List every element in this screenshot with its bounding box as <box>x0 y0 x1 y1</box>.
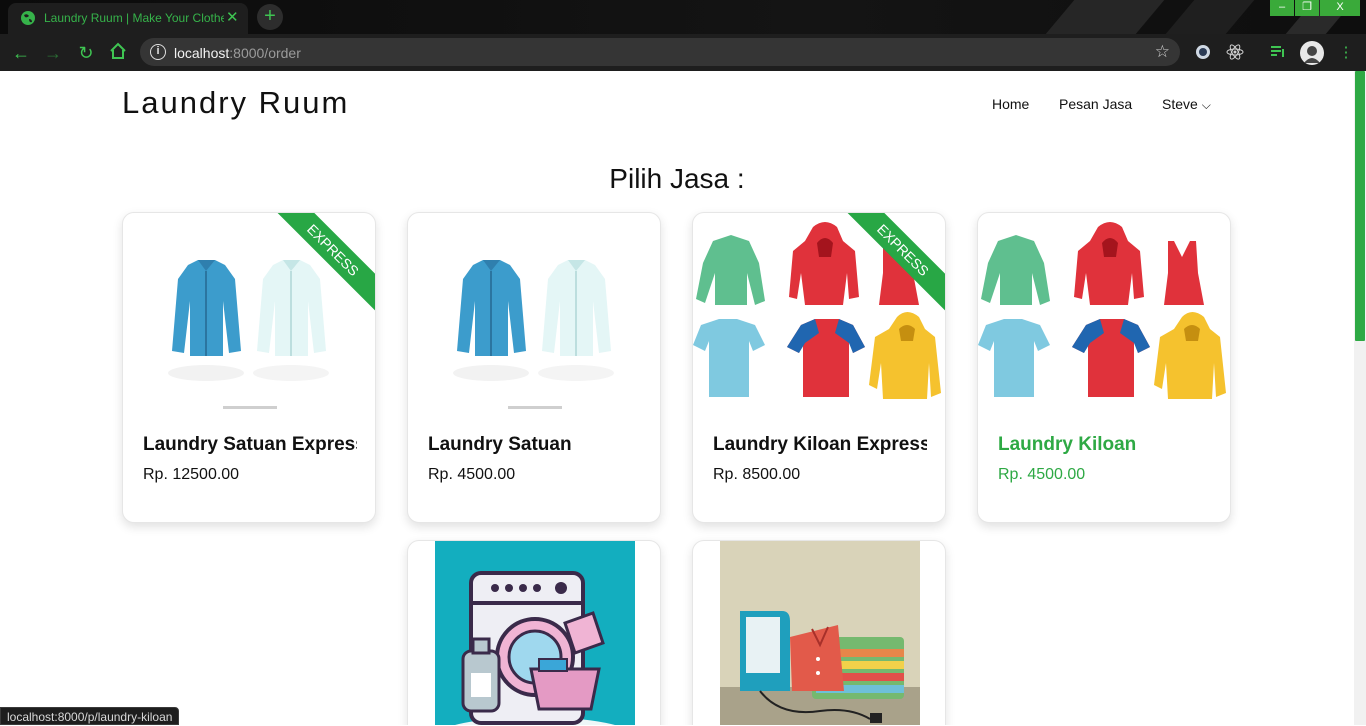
reload-icon[interactable]: ↻ <box>75 42 97 64</box>
service-name[interactable]: Laundry Satuan Express <box>143 434 357 456</box>
status-bar-url: localhost:8000/p/laundry-kiloan <box>0 707 180 725</box>
playlist-icon[interactable] <box>1268 43 1288 63</box>
user-name: Steve <box>1162 96 1198 112</box>
menu-dots-icon[interactable]: ⋮ <box>1336 43 1356 63</box>
service-name[interactable]: Laundry Satuan <box>428 434 642 456</box>
service-price: Rp. 8500.00 <box>713 466 801 483</box>
service-card-laundry-kiloan-express[interactable]: EXPRESS Laundry Kiloan Express Rp. 8500.… <box>692 212 946 523</box>
restore-button[interactable]: ❐ <box>1295 0 1319 16</box>
shirts-image <box>408 213 660 418</box>
nav-home[interactable]: Home <box>992 96 1029 112</box>
new-tab-button[interactable]: + <box>257 4 283 30</box>
back-arrow-icon[interactable]: ← <box>10 42 32 64</box>
service-price: Rp. 4500.00 <box>428 466 516 483</box>
address-bar[interactable]: i localhost:8000/order ☆ <box>140 38 1180 66</box>
washing-machine-image <box>435 541 635 725</box>
window-close-button[interactable]: X <box>1320 0 1360 16</box>
clothes-image <box>978 213 1230 418</box>
forward-arrow-icon[interactable]: → <box>42 42 64 64</box>
bookmark-star-icon[interactable]: ☆ <box>1155 42 1170 62</box>
service-card-ironing[interactable] <box>692 540 946 725</box>
tab-title: Laundry Ruum | Make Your Clothes <box>44 11 224 25</box>
info-icon[interactable]: i <box>150 44 166 60</box>
service-card-laundry-kiloan[interactable]: Laundry Kiloan Rp. 4500.00 <box>977 212 1231 523</box>
url-text[interactable]: localhost:8000/order <box>174 45 301 61</box>
home-icon[interactable] <box>107 42 129 64</box>
globe-icon <box>21 11 35 25</box>
service-price: Rp. 12500.00 <box>143 466 240 483</box>
browser-chrome: Laundry Ruum | Make Your Clothes ✕ + – ❐… <box>0 0 1366 71</box>
react-devtools-icon[interactable] <box>1225 43 1245 63</box>
service-name[interactable]: Laundry Kiloan <box>998 434 1212 456</box>
service-price: Rp. 4500.00 <box>998 466 1086 483</box>
brand-logo[interactable]: Laundry Ruum <box>122 85 349 121</box>
ironing-image <box>720 541 920 725</box>
page-title: Pilih Jasa : <box>609 163 745 194</box>
scrollbar-thumb[interactable] <box>1355 71 1365 341</box>
nav-user-menu[interactable]: Steve ⌵ <box>1162 96 1211 113</box>
chevron-down-icon: ⌵ <box>1201 98 1211 112</box>
minimize-button[interactable]: – <box>1270 0 1294 16</box>
service-name[interactable]: Laundry Kiloan Express <box>713 434 927 456</box>
avatar[interactable] <box>1300 41 1324 65</box>
scrollbar[interactable] <box>1354 71 1366 725</box>
service-card-washing[interactable] <box>407 540 661 725</box>
tab-close-icon[interactable]: ✕ <box>226 8 239 26</box>
service-card-laundry-satuan[interactable]: Laundry Satuan Rp. 4500.00 <box>407 212 661 523</box>
browser-tab[interactable]: Laundry Ruum | Make Your Clothes ✕ <box>8 3 248 34</box>
nav-pesan-jasa[interactable]: Pesan Jasa <box>1059 96 1132 112</box>
browser-toolbar: ← → ↻ i localhost:8000/order ☆ ⋮ <box>0 34 1366 71</box>
service-card-laundry-satuan-express[interactable]: EXPRESS Laundry Satuan Express Rp. 12500… <box>122 212 376 523</box>
tab-strip: Laundry Ruum | Make Your Clothes ✕ + – ❐… <box>0 0 1366 34</box>
page-content: Laundry Ruum Home Pesan Jasa Steve ⌵ Pil… <box>0 71 1354 725</box>
extension-circle-icon[interactable] <box>1193 43 1213 63</box>
